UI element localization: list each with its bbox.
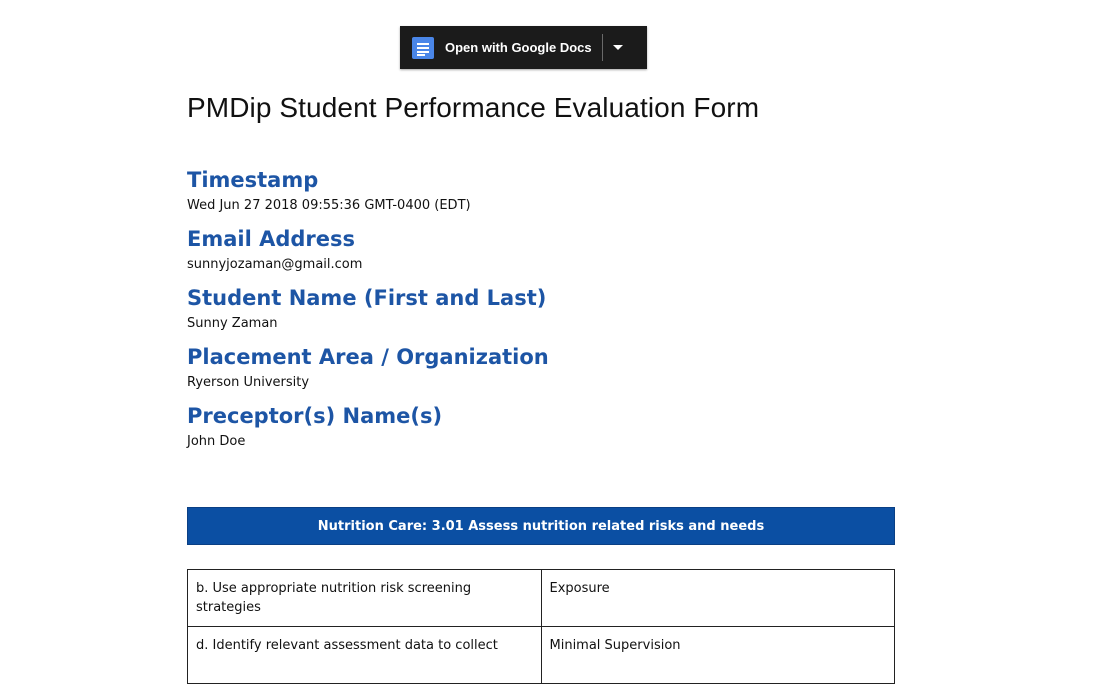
google-docs-icon: [412, 36, 434, 59]
field-value-student-name: Sunny Zaman: [187, 316, 278, 331]
field-value-email: sunnyjozaman@gmail.com: [187, 257, 363, 272]
field-value-timestamp: Wed Jun 27 2018 09:55:36 GMT-0400 (EDT): [187, 198, 471, 213]
table-cell-level: Minimal Supervision: [540, 626, 895, 684]
response-fields: Timestamp Wed Jun 27 2018 09:55:36 GMT-0…: [187, 166, 907, 461]
field-value-placement: Ryerson University: [187, 375, 310, 390]
open-with-label: Open with Google Docs: [445, 40, 592, 55]
section-heading-banner: Nutrition Care: 3.01 Assess nutrition re…: [187, 507, 895, 545]
table-cell-level: Exposure: [540, 569, 895, 627]
field-value-preceptor: John Doe: [187, 434, 246, 449]
open-with-dropdown-button[interactable]: [603, 26, 633, 69]
table-cell-skill: d. Identify relevant assessment data to …: [187, 626, 542, 684]
field-label-placement: Placement Area / Organization: [187, 345, 549, 369]
field-label-student-name: Student Name (First and Last): [187, 286, 547, 310]
field-label-preceptor: Preceptor(s) Name(s): [187, 404, 443, 428]
table-cell-skill: b. Use appropriate nutrition risk screen…: [187, 569, 542, 627]
competency-table: b. Use appropriate nutrition risk screen…: [187, 569, 895, 684]
table-row: d. Identify relevant assessment data to …: [187, 626, 895, 684]
field-label-email: Email Address: [187, 227, 356, 251]
table-row: b. Use appropriate nutrition risk screen…: [187, 569, 895, 627]
field-label-timestamp: Timestamp: [187, 168, 319, 192]
section-heading-text: Nutrition Care: 3.01 Assess nutrition re…: [317, 518, 765, 534]
open-with-google-docs-toolbar: Open with Google Docs: [400, 26, 647, 69]
caret-down-icon: [612, 45, 623, 50]
open-with-google-docs-button[interactable]: Open with Google Docs: [400, 26, 602, 69]
document-title: PMDip Student Performance Evaluation For…: [187, 92, 760, 123]
